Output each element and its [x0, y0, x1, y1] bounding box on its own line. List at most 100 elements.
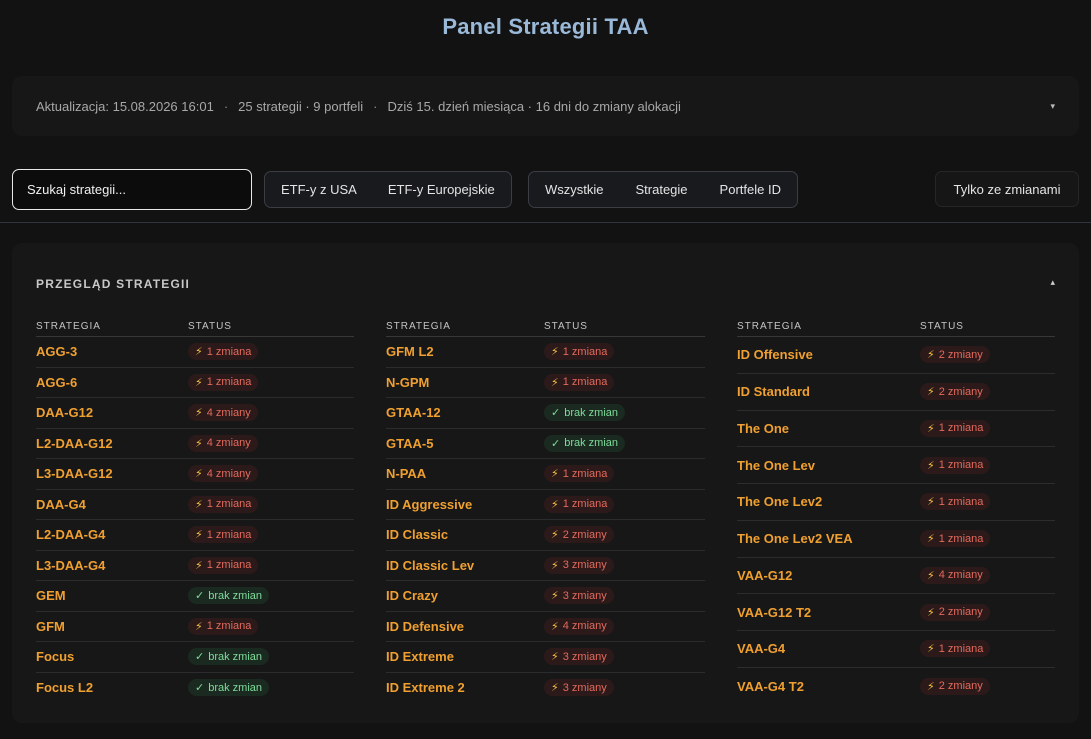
status-badge: ⚡ 3 zmiany — [544, 587, 614, 605]
table-row[interactable]: ID Extreme 2 ⚡ 3 zmiany — [386, 673, 705, 704]
lightning-icon: ⚡ — [551, 346, 559, 359]
strategy-link[interactable]: Focus — [36, 649, 188, 664]
status-badge: ⚡ 2 zmiany — [544, 526, 614, 544]
filter-id-portfolios-button[interactable]: Portfele ID — [704, 172, 797, 207]
strategy-link[interactable]: L3-DAA-G12 — [36, 466, 188, 481]
status-badge: ⚡ 1 zmiana — [188, 556, 259, 574]
table-row[interactable]: GFM ⚡ 1 zmiana — [36, 612, 354, 642]
strategy-link[interactable]: VAA-G4 — [737, 641, 920, 656]
status-badge: ⚡ 1 zmiana — [544, 495, 615, 513]
lightning-icon: ⚡ — [195, 529, 203, 542]
strategy-column: STRATEGIA STATUS GFM L2 ⚡ 1 zmiana N-GPM ⚡ 1 zm… — [386, 316, 705, 703]
table-row[interactable]: L2-DAA-G4 ⚡ 1 zmiana — [36, 520, 354, 551]
table-row[interactable]: GTAA-12 ✓ brak zmian — [386, 398, 705, 429]
table-row[interactable]: N-GPM ⚡ 1 zmiana — [386, 368, 705, 398]
table-row[interactable]: ID Offensive ⚡ 2 zmiany — [737, 337, 1055, 374]
strategy-link[interactable]: VAA-G12 — [737, 568, 920, 583]
lightning-icon: ⚡ — [195, 620, 203, 633]
table-row[interactable]: The One Lev2 VEA ⚡ 1 zmiana — [737, 521, 1055, 558]
table-row[interactable]: VAA-G12 T2 ⚡ 2 zmiany — [737, 594, 1055, 631]
strategy-link[interactable]: VAA-G4 T2 — [737, 679, 920, 694]
table-row[interactable]: The One Lev2 ⚡ 1 zmiana — [737, 484, 1055, 521]
filter-strategies-button[interactable]: Strategie — [620, 172, 704, 207]
lightning-icon: ⚡ — [551, 620, 559, 633]
table-row[interactable]: Focus ✓ brak zmian — [36, 642, 354, 673]
table-row[interactable]: ID Defensive ⚡ 4 zmiany — [386, 612, 705, 642]
table-row[interactable]: The One ⚡ 1 zmiana — [737, 411, 1055, 448]
strategy-link[interactable]: L2-DAA-G12 — [36, 436, 188, 451]
strategy-link[interactable]: ID Extreme 2 — [386, 680, 544, 695]
status-label: 3 zmiany — [562, 650, 607, 663]
strategy-link[interactable]: ID Classic — [386, 527, 544, 542]
filter-all-button[interactable]: Wszystkie — [529, 172, 620, 207]
filter-eu-etf-button[interactable]: ETF-y Europejskie — [372, 172, 511, 207]
status-badge: ⚡ 1 zmiana — [920, 419, 991, 437]
strategy-link[interactable]: GFM — [36, 619, 188, 634]
table-row[interactable]: ID Aggressive ⚡ 1 zmiana — [386, 490, 705, 520]
table-row[interactable]: ID Classic Lev ⚡ 3 zmiany — [386, 551, 705, 581]
table-row[interactable]: ID Crazy ⚡ 3 zmiany — [386, 581, 705, 612]
table-row[interactable]: L3-DAA-G12 ⚡ 4 zmiany — [36, 459, 354, 490]
status-badge: ⚡ 4 zmiany — [920, 566, 990, 584]
filter-usa-etf-button[interactable]: ETF-y z USA — [265, 172, 372, 207]
table-row[interactable]: VAA-G12 ⚡ 4 zmiany — [737, 558, 1055, 595]
strategy-link[interactable]: GFM L2 — [386, 344, 544, 359]
status-badge: ⚡ 2 zmiany — [920, 346, 990, 364]
table-row[interactable]: GFM L2 ⚡ 1 zmiana — [386, 337, 705, 368]
status-label: 4 zmiany — [938, 569, 983, 582]
table-row[interactable]: DAA-G12 ⚡ 4 zmiany — [36, 398, 354, 429]
strategy-link[interactable]: ID Aggressive — [386, 497, 544, 512]
strategy-link[interactable]: ID Defensive — [386, 619, 544, 634]
table-row[interactable]: L3-DAA-G4 ⚡ 1 zmiana — [36, 551, 354, 581]
table-row[interactable]: ID Standard ⚡ 2 zmiany — [737, 374, 1055, 411]
status-badge: ✓ brak zmian — [188, 587, 270, 605]
strategy-link[interactable]: AGG-6 — [36, 375, 188, 390]
strategy-link[interactable]: ID Crazy — [386, 588, 544, 603]
strategy-link[interactable]: GTAA-12 — [386, 405, 544, 420]
panel-title: PRZEGLĄD STRATEGII — [36, 277, 191, 291]
strategy-link[interactable]: L2-DAA-G4 — [36, 527, 188, 542]
table-row[interactable]: L2-DAA-G12 ⚡ 4 zmiany — [36, 429, 354, 459]
status-badge: ⚡ 4 zmiany — [188, 434, 258, 452]
strategy-link[interactable]: VAA-G12 T2 — [737, 605, 920, 620]
table-row[interactable]: AGG-6 ⚡ 1 zmiana — [36, 368, 354, 398]
strategy-link[interactable]: The One Lev2 — [737, 494, 920, 509]
table-row[interactable]: N-PAA ⚡ 1 zmiana — [386, 459, 705, 490]
table-row[interactable]: GEM ✓ brak zmian — [36, 581, 354, 612]
chevron-up-icon[interactable]: ▴ — [1050, 277, 1055, 288]
table-row[interactable]: VAA-G4 ⚡ 1 zmiana — [737, 631, 1055, 668]
strategy-link[interactable]: The One Lev — [737, 458, 920, 473]
only-changes-button[interactable]: Tylko ze zmianami — [935, 171, 1079, 207]
strategy-link[interactable]: Focus L2 — [36, 680, 188, 695]
strategy-link[interactable]: GTAA-5 — [386, 436, 544, 451]
table-row[interactable]: AGG-3 ⚡ 1 zmiana — [36, 337, 354, 368]
strategy-link[interactable]: DAA-G12 — [36, 405, 188, 420]
page-title: Panel Strategii TAA — [442, 14, 649, 39]
strategy-link[interactable]: ID Standard — [737, 384, 920, 399]
strategy-link[interactable]: The One Lev2 VEA — [737, 531, 920, 546]
strategy-link[interactable]: AGG-3 — [36, 344, 188, 359]
checkmark-icon: ✓ — [551, 407, 561, 420]
strategy-link[interactable]: L3-DAA-G4 — [36, 558, 188, 573]
strategy-link[interactable]: GEM — [36, 588, 188, 603]
table-row[interactable]: The One Lev ⚡ 1 zmiana — [737, 447, 1055, 484]
strategy-link[interactable]: N-GPM — [386, 375, 544, 390]
table-row[interactable]: DAA-G4 ⚡ 1 zmiana — [36, 490, 354, 520]
strategy-link[interactable]: ID Extreme — [386, 649, 544, 664]
strategy-link[interactable]: ID Offensive — [737, 347, 920, 362]
info-bar[interactable]: Aktualizacja: 15.08.2026 16:01 · 25 stra… — [12, 76, 1079, 136]
table-row[interactable]: GTAA-5 ✓ brak zmian — [386, 429, 705, 459]
chevron-down-icon[interactable]: ▾ — [1050, 101, 1055, 112]
strategy-link[interactable]: N-PAA — [386, 466, 544, 481]
table-row[interactable]: Focus L2 ✓ brak zmian — [36, 673, 354, 704]
search-input[interactable] — [12, 169, 252, 210]
strategy-link[interactable]: ID Classic Lev — [386, 558, 544, 573]
table-row[interactable]: ID Classic ⚡ 2 zmiany — [386, 520, 705, 551]
table-row[interactable]: ID Extreme ⚡ 3 zmiany — [386, 642, 705, 673]
column-header-status: STATUS — [544, 320, 588, 332]
column-header-strategy: STRATEGIA — [36, 320, 101, 332]
status-label: 3 zmiany — [562, 559, 607, 572]
strategy-link[interactable]: The One — [737, 421, 920, 436]
table-row[interactable]: VAA-G4 T2 ⚡ 2 zmiany — [737, 668, 1055, 705]
strategy-link[interactable]: DAA-G4 — [36, 497, 188, 512]
